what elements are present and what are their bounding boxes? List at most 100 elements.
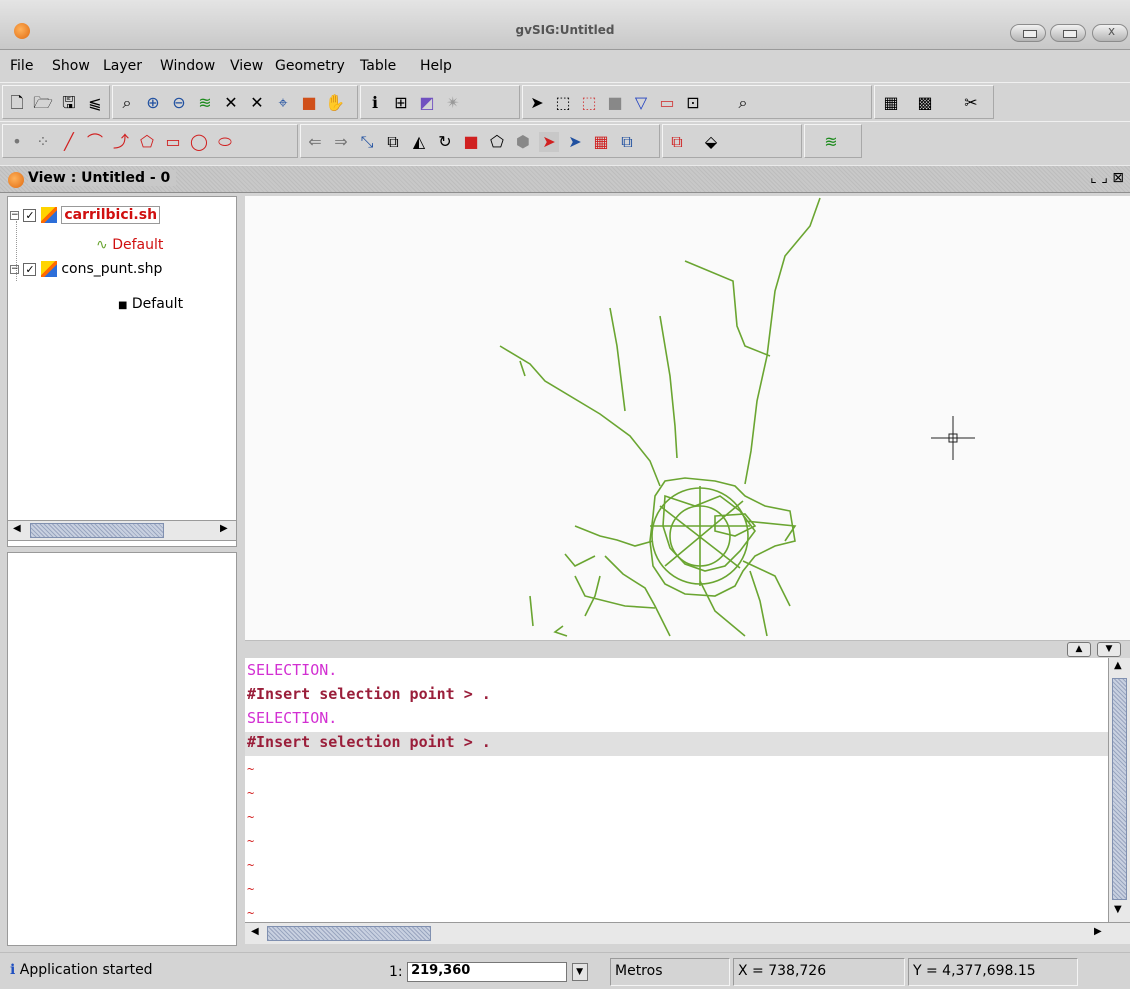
layer-name[interactable]: cons_punt.shp [61, 261, 162, 277]
scale-input[interactable]: 219,360 [407, 962, 568, 982]
line-icon[interactable]: ╱ [59, 132, 79, 152]
join-icon[interactable]: ⬢ [513, 132, 533, 152]
polygon-icon[interactable]: ⬠ [137, 132, 157, 152]
menu-table[interactable]: Table [360, 58, 396, 74]
collapse-toggle[interactable]: − [10, 264, 19, 274]
maximize-button[interactable] [1050, 24, 1086, 42]
scale-icon[interactable]: ■ [461, 132, 481, 152]
command-console[interactable]: SELECTION. #Insert selection point > . S… [245, 658, 1108, 922]
zoom-to-selection-icon[interactable]: ⌕ [733, 93, 753, 113]
scroll-down-icon[interactable]: ▼ [1114, 904, 1122, 915]
close-view-icon[interactable]: ⊠ [1112, 170, 1124, 186]
zoom-previous-icon[interactable]: ⌖ [273, 93, 293, 113]
view-frame-title: View : Untitled - 0 ⌞ ⌟ ⊠ [0, 165, 1130, 193]
measure-distance-icon[interactable]: ⊞ [391, 93, 411, 113]
arc-icon[interactable]: ⌒ [85, 132, 105, 152]
scroll-right-icon[interactable]: ▶ [1094, 926, 1102, 937]
multipoint-icon[interactable]: ⁘ [33, 132, 53, 152]
save-icon[interactable]: 🖫 [59, 93, 79, 113]
polyline-icon[interactable]: ⤴ [111, 132, 131, 152]
add-layer-icon[interactable]: ⫹ [85, 93, 105, 113]
copy-icon[interactable]: ⧉ [383, 132, 403, 152]
scroll-left-icon[interactable]: ◀ [13, 523, 21, 534]
select-pointer-icon[interactable]: ➤ [527, 93, 547, 113]
filter-icon[interactable]: ▽ [631, 93, 651, 113]
symmetry-icon[interactable]: ◭ [409, 132, 429, 152]
explode-icon[interactable]: ⬠ [487, 132, 507, 152]
select-layer-icon[interactable]: ■ [605, 93, 625, 113]
paste-icon[interactable]: ⧉ [667, 132, 687, 152]
layer-name[interactable]: carrilbici.sh [61, 206, 161, 224]
scroll-right-icon[interactable]: ▶ [220, 523, 228, 534]
open-file-icon[interactable]: 🗁 [33, 93, 53, 113]
zoom-select-icon[interactable]: ⌕ [117, 93, 137, 113]
pan-icon[interactable]: ✋ [325, 93, 345, 113]
zoom-out-center-icon[interactable]: ✕ [247, 93, 267, 113]
paste-tools-group: ⧉ ⬙ [662, 124, 802, 158]
undo-icon[interactable]: ⇐ [305, 132, 325, 152]
iconify-icon[interactable]: ⌞ [1090, 170, 1097, 186]
maximize-view-icon[interactable]: ⌟ [1101, 170, 1108, 186]
settings-icon[interactable]: ✂ [961, 93, 981, 113]
menu-show[interactable]: Show [52, 58, 90, 74]
measure-area-icon[interactable]: ◩ [417, 93, 437, 113]
circle-icon[interactable]: ◯ [189, 132, 209, 152]
zoom-in-center-icon[interactable]: ✕ [221, 93, 241, 113]
menu-file[interactable]: File [10, 58, 33, 74]
redo-icon[interactable]: ⇒ [331, 132, 351, 152]
layout-icon[interactable]: ▩ [915, 93, 935, 113]
info-icon[interactable]: ℹ [365, 93, 385, 113]
console-collapse-button[interactable]: ▼ [1097, 642, 1121, 657]
empty-line-marker: ~ [247, 834, 255, 848]
collapse-toggle[interactable]: − [10, 210, 19, 220]
edit-vertex-icon[interactable]: ⤡ [357, 132, 377, 152]
geoprocessing-icon[interactable]: ≋ [821, 132, 841, 152]
point-symbol-icon: ■ [118, 300, 128, 311]
properties-icon[interactable]: ⬙ [701, 132, 721, 152]
clear-selection-icon[interactable]: ▭ [657, 93, 677, 113]
select-rectangle-icon[interactable]: ⬚ [553, 93, 573, 113]
toc-horizontal-scrollbar[interactable]: ◀ ▶ [7, 520, 237, 541]
scroll-up-icon[interactable]: ▲ [1114, 660, 1122, 671]
status-message-area: i Application started [10, 962, 153, 978]
zoom-out-icon[interactable]: ⊖ [169, 93, 189, 113]
layer-visibility-checkbox[interactable]: ✓ [23, 262, 37, 276]
copy-layer-icon[interactable]: ⧉ [617, 132, 637, 152]
edit-toolbar: • ⁘ ╱ ⌒ ⤴ ⬠ ▭ ◯ ⬭ ⇐ ⇒ ⤡ ⧉ ◭ ↻ ■ ⬠ ⬢ ➤ ➤ … [0, 121, 1130, 159]
zoom-layer-icon[interactable]: ■ [299, 93, 319, 113]
table-icon[interactable]: ▦ [881, 93, 901, 113]
layer-row-carrilbici[interactable]: − ✓ carrilbici.sh [10, 206, 161, 224]
menu-geometry[interactable]: Geometry [275, 58, 345, 74]
scroll-thumb[interactable] [1112, 678, 1127, 900]
scroll-thumb[interactable] [267, 926, 431, 941]
panel-splitter[interactable] [237, 196, 245, 946]
hyperlink-icon[interactable]: ✴ [443, 93, 463, 113]
scroll-thumb[interactable] [30, 523, 164, 538]
menu-layer[interactable]: Layer [103, 58, 142, 74]
menu-view[interactable]: View [230, 58, 263, 74]
select-vertex-icon[interactable]: ➤ [565, 132, 585, 152]
minimize-button[interactable] [1010, 24, 1046, 42]
layer-visibility-checkbox[interactable]: ✓ [23, 208, 37, 222]
console-horizontal-scrollbar[interactable]: ◀ ▶ [245, 922, 1130, 944]
console-expand-button[interactable]: ▲ [1067, 642, 1091, 657]
ellipse-icon[interactable]: ⬭ [215, 132, 235, 152]
menu-window[interactable]: Window [160, 58, 215, 74]
full-extent-icon[interactable]: ≋ [195, 93, 215, 113]
rectangle-icon[interactable]: ▭ [163, 132, 183, 152]
select-polygon-icon[interactable]: ⬚ [579, 93, 599, 113]
grid-icon[interactable]: ▦ [591, 132, 611, 152]
point-icon[interactable]: • [7, 132, 27, 152]
close-window-button[interactable] [1092, 24, 1128, 42]
zoom-in-icon[interactable]: ⊕ [143, 93, 163, 113]
scroll-left-icon[interactable]: ◀ [251, 926, 259, 937]
rotate-icon[interactable]: ↻ [435, 132, 455, 152]
new-file-icon[interactable]: 🗋 [7, 93, 27, 113]
menu-help[interactable]: Help [420, 58, 452, 74]
map-canvas[interactable] [245, 196, 1130, 640]
layer-row-cons-punt[interactable]: − ✓ cons_punt.shp [10, 261, 162, 277]
chevron-down-icon[interactable]: ▼ [571, 963, 588, 981]
invert-selection-icon[interactable]: ⊡ [683, 93, 703, 113]
select-edit-icon[interactable]: ➤ [539, 132, 559, 152]
console-vertical-scrollbar[interactable]: ▲ ▼ [1108, 658, 1130, 922]
